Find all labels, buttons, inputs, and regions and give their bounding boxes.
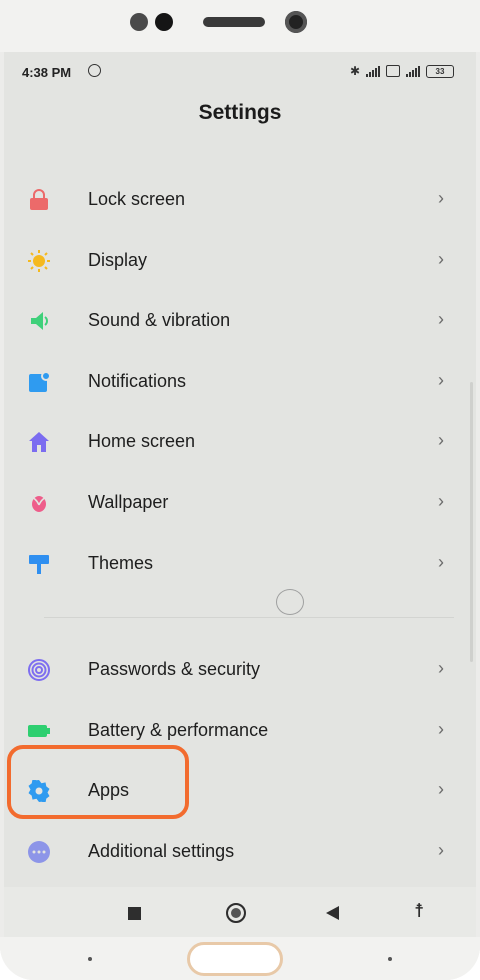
settings-item-display[interactable]: Display › xyxy=(4,231,476,291)
chevron-right-icon: › xyxy=(438,491,444,511)
home-icon xyxy=(29,432,49,452)
settings-item-label: Lock screen xyxy=(88,189,186,209)
sensor-icon xyxy=(130,13,148,31)
bluetooth-icon: ✱ xyxy=(349,64,360,78)
settings-item-passwords-security[interactable]: Passwords & security › xyxy=(4,640,476,700)
screen: 4:38 PM ✱ 33 Settings Lock screen › Disp… xyxy=(4,52,476,937)
chevron-right-icon: › xyxy=(438,658,444,678)
home-button[interactable] xyxy=(226,903,246,923)
chevron-right-icon: › xyxy=(438,249,444,269)
battery-icon xyxy=(28,725,50,737)
touch-indicator xyxy=(276,589,304,615)
earpiece-speaker xyxy=(203,17,265,27)
chevron-right-icon: › xyxy=(438,779,444,799)
settings-item-themes[interactable]: Themes › xyxy=(4,534,476,594)
section-divider xyxy=(44,617,454,618)
status-bar: 4:38 PM ✱ 33 xyxy=(4,52,476,88)
speaker-icon xyxy=(31,312,48,330)
settings-item-wallpaper[interactable]: Wallpaper › xyxy=(4,473,476,533)
fingerprint-icon xyxy=(28,659,50,681)
battery-status: 33 xyxy=(426,64,454,78)
page-title: Settings xyxy=(198,101,282,124)
settings-item-label: Notifications xyxy=(88,371,187,391)
settings-item-lock-screen[interactable]: Lock screen › xyxy=(4,170,476,230)
hardware-home-button[interactable] xyxy=(187,942,283,976)
settings-item-label: Sound & vibration xyxy=(88,310,231,330)
paint-roller-icon xyxy=(29,555,49,574)
flower-icon xyxy=(29,496,49,512)
sun-icon xyxy=(28,250,50,272)
recents-button[interactable] xyxy=(128,907,141,920)
settings-item-label: Themes xyxy=(88,553,154,573)
notification-icon xyxy=(29,371,50,392)
settings-item-notifications[interactable]: Notifications › xyxy=(4,352,476,412)
chevron-right-icon: › xyxy=(438,309,444,329)
alarm-icon xyxy=(88,64,101,77)
apps-highlight-box xyxy=(7,745,189,819)
settings-item-label: Home screen xyxy=(88,431,196,451)
status-time: 4:38 PM xyxy=(22,65,72,80)
phone-frame: 4:38 PM ✱ 33 Settings Lock screen › Disp… xyxy=(0,0,480,980)
bottom-bezel xyxy=(0,937,480,980)
scrollbar[interactable] xyxy=(470,382,473,662)
signal-icon xyxy=(366,65,380,77)
settings-item-label: Display xyxy=(88,250,148,270)
chevron-right-icon: › xyxy=(438,188,444,208)
chevron-right-icon: › xyxy=(438,370,444,390)
settings-item-label: Passwords & security xyxy=(88,659,261,679)
more-icon xyxy=(28,841,50,863)
settings-item-sound-vibration[interactable]: Sound & vibration › xyxy=(4,291,476,351)
settings-item-additional-settings[interactable]: Additional settings › xyxy=(4,822,476,882)
chevron-right-icon: › xyxy=(438,719,444,739)
sensor-icon xyxy=(155,13,173,31)
settings-item-home-screen[interactable]: Home screen › xyxy=(4,412,476,472)
chevron-right-icon: › xyxy=(438,840,444,860)
front-camera-icon xyxy=(285,11,307,33)
settings-item-label: Additional settings xyxy=(88,841,235,861)
chevron-right-icon: › xyxy=(438,430,444,450)
back-button[interactable] xyxy=(326,906,339,920)
navigation-bar: ☨ xyxy=(4,887,476,937)
sensor-dot xyxy=(388,957,392,961)
settings-item-label: Battery & performance xyxy=(88,720,269,740)
lock-icon xyxy=(30,189,48,210)
sensor-dot xyxy=(88,957,92,961)
chevron-right-icon: › xyxy=(438,552,444,572)
top-bezel xyxy=(0,0,480,52)
signal-4g-icon xyxy=(406,65,420,77)
settings-item-label: Wallpaper xyxy=(88,492,169,512)
sim-icon xyxy=(386,65,400,77)
accessibility-icon[interactable]: ☨ xyxy=(414,900,424,923)
